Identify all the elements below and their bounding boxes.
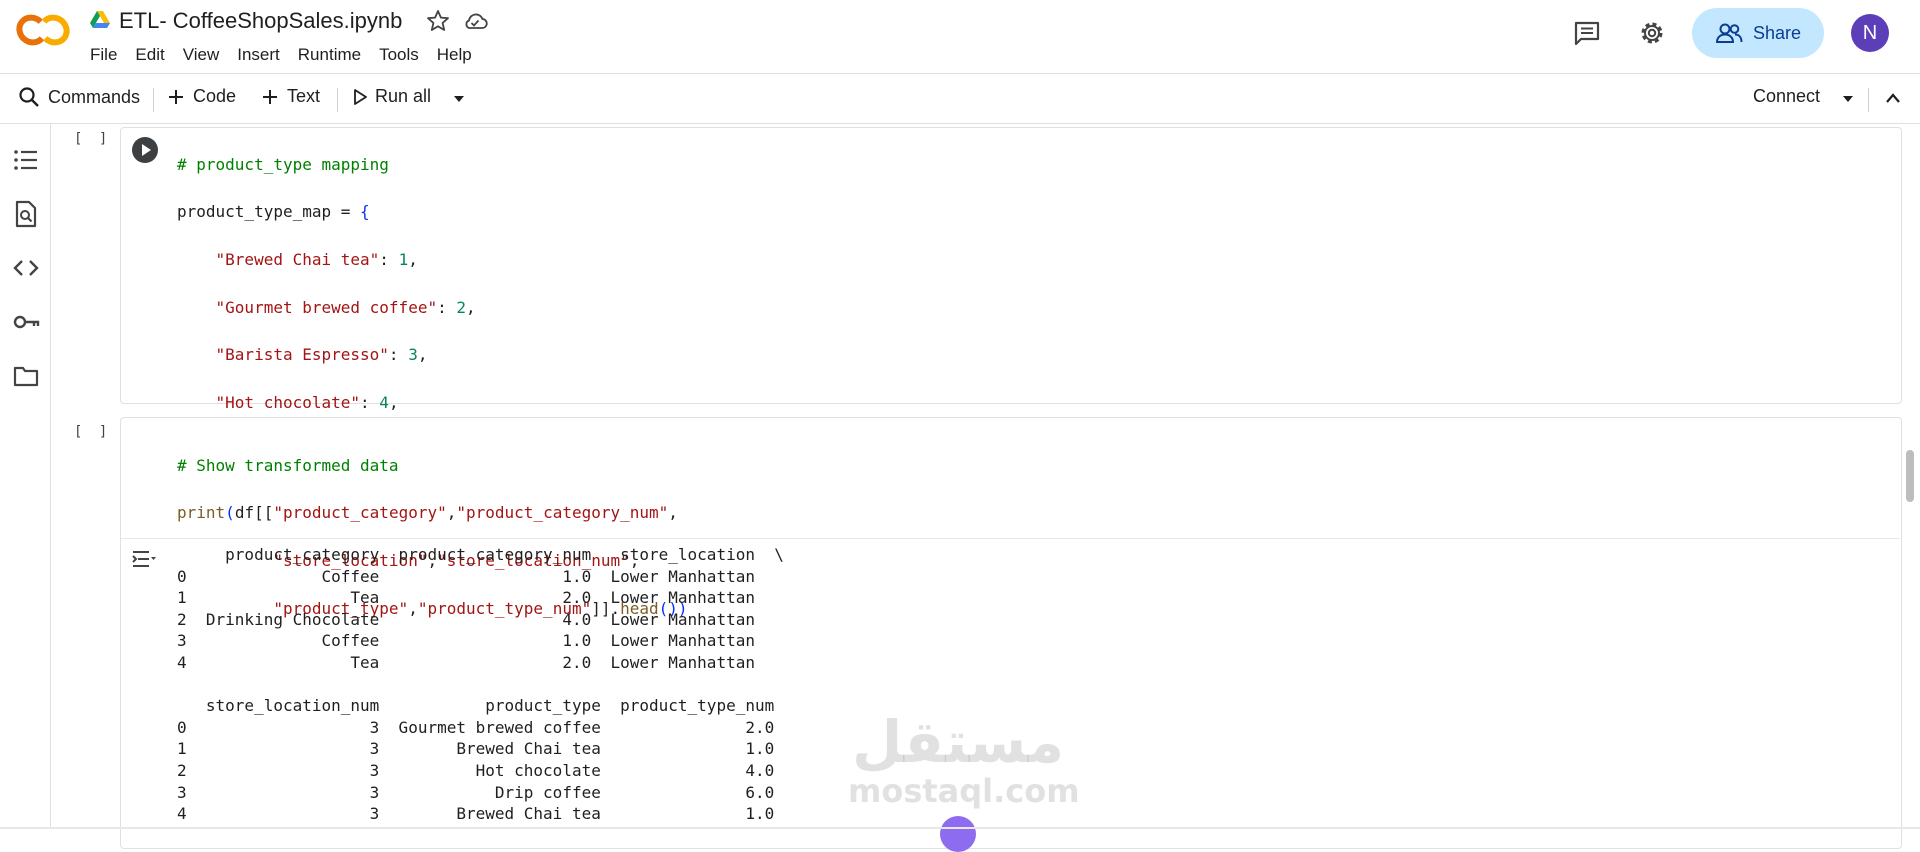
gear-icon[interactable] bbox=[1638, 19, 1666, 47]
watermark: مستقل mostaql.com bbox=[848, 708, 1080, 810]
find-icon[interactable] bbox=[12, 200, 40, 228]
cloud-icon[interactable] bbox=[462, 10, 488, 32]
scrollbar-thumb[interactable] bbox=[1906, 450, 1914, 502]
code-line: # product_type mapping bbox=[177, 154, 389, 174]
people-icon bbox=[1715, 23, 1743, 43]
notebook-title[interactable]: ETL- CoffeeShopSales.ipynb bbox=[119, 8, 402, 34]
header: ETL- CoffeeShopSales.ipynb File Edit Vie… bbox=[0, 0, 1920, 74]
connect-label: Connect bbox=[1753, 86, 1821, 106]
chevron-up-icon[interactable] bbox=[1884, 91, 1902, 105]
code-line: # Show transformed data bbox=[177, 455, 399, 475]
run-all-label: Run all bbox=[375, 86, 432, 106]
toolbar-divider bbox=[1868, 88, 1869, 112]
code-line: product_type_map = { bbox=[177, 202, 370, 222]
play-icon bbox=[354, 88, 367, 105]
plus-icon bbox=[169, 89, 183, 104]
avatar[interactable]: N bbox=[1851, 14, 1889, 52]
run-icon bbox=[142, 144, 151, 156]
comment-icon[interactable] bbox=[1573, 20, 1601, 46]
cell-execution-count: [ ] bbox=[74, 131, 112, 147]
menu-file[interactable]: File bbox=[90, 43, 126, 67]
menu-bar: File Edit View Insert Runtime Tools Help bbox=[90, 43, 481, 67]
menu-help[interactable]: Help bbox=[428, 43, 481, 67]
search-icon bbox=[19, 87, 39, 107]
menu-insert[interactable]: Insert bbox=[228, 43, 289, 67]
toc-icon[interactable] bbox=[12, 146, 40, 174]
watermark-latin: mostaql.com bbox=[848, 772, 1080, 810]
text-label: Text bbox=[287, 86, 321, 106]
toolbar: Commands Code Text Run all Connect bbox=[0, 74, 1920, 124]
cell-output: product_category product_category_num st… bbox=[177, 545, 784, 824]
toolbar-divider bbox=[337, 88, 338, 112]
output-icon[interactable] bbox=[131, 548, 157, 570]
commands-button[interactable]: Commands bbox=[18, 86, 140, 108]
add-code-button[interactable]: Code bbox=[167, 86, 236, 107]
menu-tools[interactable]: Tools bbox=[370, 43, 428, 67]
folder-icon[interactable] bbox=[12, 362, 40, 390]
chevron-down-icon[interactable] bbox=[1841, 94, 1855, 104]
star-icon[interactable] bbox=[426, 9, 450, 33]
add-text-button[interactable]: Text bbox=[261, 86, 320, 107]
run-all-button[interactable]: Run all bbox=[353, 86, 431, 107]
watermark-arabic: مستقل bbox=[851, 708, 1065, 776]
code-line: "Gourmet brewed coffee": 2, bbox=[215, 297, 476, 317]
run-cell-button[interactable] bbox=[132, 137, 158, 163]
share-label: Share bbox=[1752, 22, 1802, 43]
plus-icon bbox=[263, 89, 277, 104]
share-button[interactable]: Share bbox=[1692, 8, 1824, 58]
chevron-down-icon[interactable] bbox=[452, 94, 466, 104]
drive-icon bbox=[90, 11, 110, 28]
commands-label: Commands bbox=[48, 86, 141, 107]
sidebar bbox=[0, 124, 51, 829]
connect-button[interactable]: Connect bbox=[1753, 86, 1820, 107]
menu-edit[interactable]: Edit bbox=[126, 43, 173, 67]
toolbar-divider bbox=[153, 88, 154, 112]
code-line: "Brewed Chai tea": 1, bbox=[215, 249, 418, 269]
menu-view[interactable]: View bbox=[174, 43, 229, 67]
code-label: Code bbox=[193, 86, 237, 106]
code-line: "Hot chocolate": 4, bbox=[215, 392, 399, 412]
key-icon[interactable] bbox=[12, 308, 40, 336]
code-icon[interactable] bbox=[12, 254, 40, 282]
code-line: print(df[["product_category","product_ca… bbox=[177, 503, 678, 523]
floating-assistant-button[interactable] bbox=[940, 816, 976, 852]
menu-runtime[interactable]: Runtime bbox=[289, 43, 370, 67]
colab-logo[interactable] bbox=[16, 14, 70, 46]
code-line: "Barista Espresso": 3, bbox=[215, 345, 428, 365]
cell-execution-count: [ ] bbox=[74, 424, 112, 440]
